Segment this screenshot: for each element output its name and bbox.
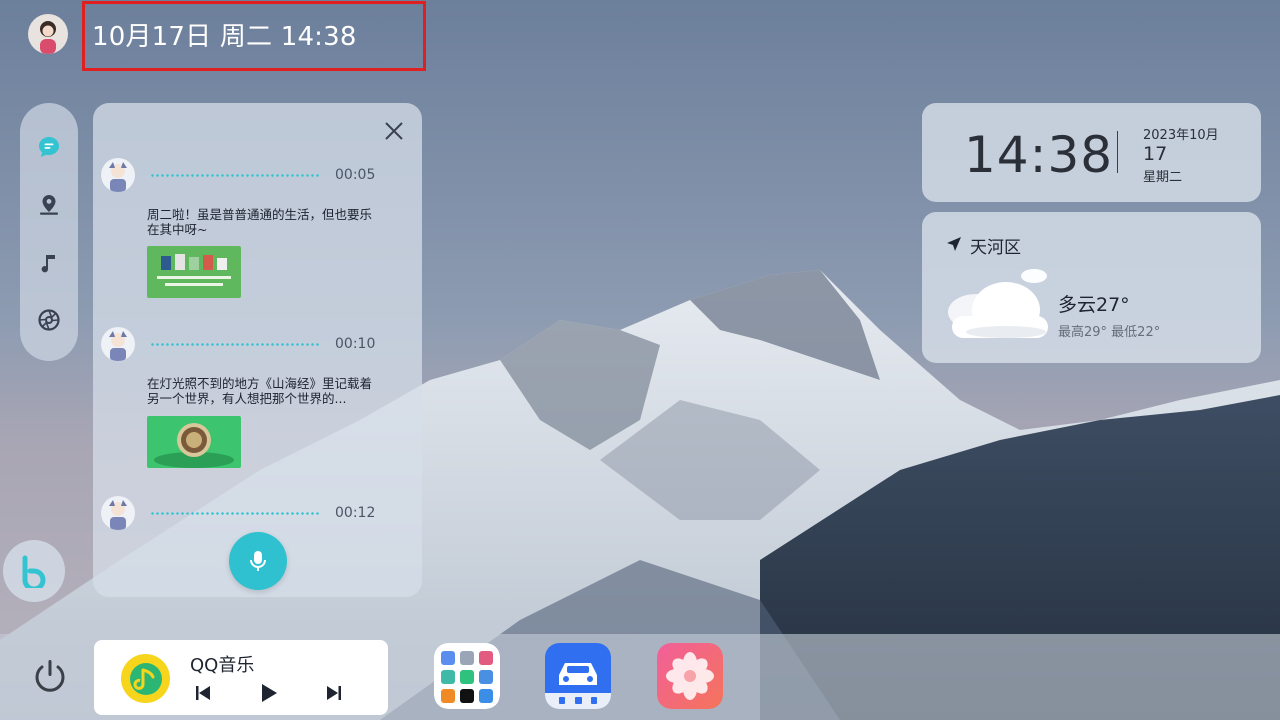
message-thumbnail[interactable] xyxy=(147,416,241,468)
play-button[interactable] xyxy=(255,679,283,707)
rail-music-button[interactable] xyxy=(20,243,78,283)
power-icon xyxy=(35,660,65,692)
microphone-icon xyxy=(250,551,266,571)
rail-chat-button[interactable] xyxy=(20,127,78,167)
clock-weekday: 星期二 xyxy=(1143,170,1183,185)
voice-waveform xyxy=(150,512,320,515)
chat-bubble-icon xyxy=(39,137,59,157)
clock-year-month: 2023年10月 xyxy=(1143,128,1219,143)
message-thumbnail[interactable] xyxy=(147,246,241,298)
user-avatar[interactable] xyxy=(28,14,68,54)
app-grid-launcher[interactable] xyxy=(434,643,500,709)
power-button[interactable] xyxy=(28,655,72,699)
status-datetime: 10月17日 周二 14:38 xyxy=(92,22,357,52)
clock-day: 17 xyxy=(1143,143,1168,165)
navigation-arrow-icon xyxy=(947,237,961,251)
clock-time: 14:38 xyxy=(964,126,1114,184)
assistant-avatar xyxy=(101,496,135,530)
voice-duration: 00:10 xyxy=(335,336,376,352)
aperture-icon xyxy=(38,309,60,331)
close-icon xyxy=(385,122,403,140)
music-note-icon xyxy=(129,662,162,695)
cloudy-weather-icon xyxy=(948,269,1048,338)
assistant-avatar xyxy=(101,158,135,192)
message-text: 在灯光照不到的地方《山海经》里记载着另一个世界，有人想把那个世界的... xyxy=(147,376,373,406)
close-button[interactable] xyxy=(380,117,408,145)
voice-duration: 00:12 xyxy=(335,505,376,521)
location-pin-icon xyxy=(40,195,58,215)
skip-next-icon xyxy=(327,686,341,700)
qq-music-logo xyxy=(121,654,170,703)
gallery-app[interactable] xyxy=(657,643,723,709)
music-note-icon xyxy=(41,255,55,273)
app-grid-icon xyxy=(434,643,500,709)
assistant-launcher-button[interactable] xyxy=(3,540,65,602)
car-icon xyxy=(545,643,611,709)
weather-location: 天河区 xyxy=(970,238,1021,258)
weather-current: 多云27° xyxy=(1058,294,1130,316)
play-icon xyxy=(262,684,277,702)
rail-location-button[interactable] xyxy=(20,185,78,225)
message-text: 周二啦！虽是普普通通的生活，但也要乐在其中呀~ xyxy=(147,207,373,237)
voice-duration: 00:05 xyxy=(335,167,376,183)
voice-waveform xyxy=(150,174,320,177)
previous-track-button[interactable] xyxy=(190,680,216,706)
flower-icon xyxy=(657,643,723,709)
next-track-button[interactable] xyxy=(321,680,347,706)
voice-input-button[interactable] xyxy=(229,532,287,590)
assistant-avatar xyxy=(101,327,135,361)
rail-aperture-button[interactable] xyxy=(20,300,78,340)
music-app-title: QQ音乐 xyxy=(190,655,255,676)
skip-previous-icon xyxy=(196,686,210,700)
clock-divider xyxy=(1117,131,1118,173)
voice-waveform xyxy=(150,343,320,346)
car-app[interactable] xyxy=(545,643,611,709)
assistant-logo-icon xyxy=(22,555,46,588)
weather-range: 最高29° 最低22° xyxy=(1058,325,1161,340)
